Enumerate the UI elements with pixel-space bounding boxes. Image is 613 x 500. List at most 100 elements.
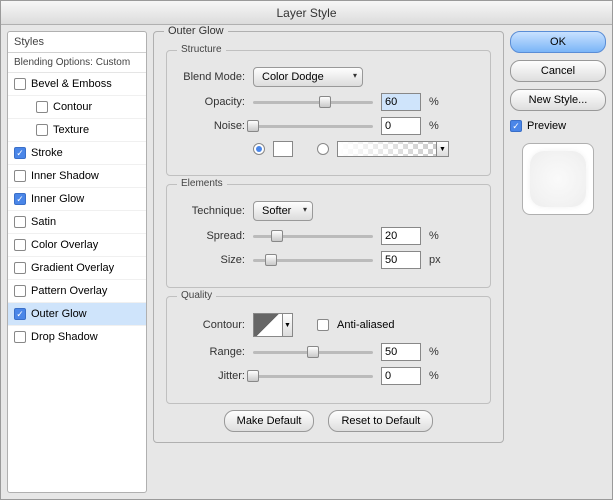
sidebar-item-color-overlay[interactable]: Color Overlay bbox=[8, 234, 146, 257]
technique-label: Technique: bbox=[179, 205, 245, 217]
cancel-button[interactable]: Cancel bbox=[510, 60, 606, 82]
gradient-swatch[interactable] bbox=[337, 141, 437, 157]
structure-legend: Structure bbox=[177, 44, 226, 55]
main-panel: Outer Glow Structure Blend Mode: Color D… bbox=[153, 31, 504, 493]
sidebar-checkbox[interactable] bbox=[36, 124, 48, 136]
right-column: OK Cancel New Style... Preview bbox=[510, 31, 606, 493]
antialiased-label: Anti-aliased bbox=[337, 319, 394, 331]
elements-group: Elements Technique: Softer Spread: % Siz… bbox=[166, 184, 491, 288]
sidebar-item-label: Pattern Overlay bbox=[31, 285, 107, 297]
sidebar-item-label: Inner Shadow bbox=[31, 170, 99, 182]
reset-default-button[interactable]: Reset to Default bbox=[328, 410, 433, 432]
spread-unit: % bbox=[429, 230, 443, 242]
sidebar-checkbox[interactable] bbox=[14, 239, 26, 251]
sidebar-checkbox[interactable] bbox=[14, 147, 26, 159]
sidebar-item-label: Texture bbox=[53, 124, 89, 136]
opacity-label: Opacity: bbox=[179, 96, 245, 108]
preview-thumbnail bbox=[522, 143, 594, 215]
noise-slider[interactable] bbox=[253, 119, 373, 133]
sidebar-item-contour[interactable]: Contour bbox=[8, 96, 146, 119]
spread-label: Spread: bbox=[179, 230, 245, 242]
sidebar-item-stroke[interactable]: Stroke bbox=[8, 142, 146, 165]
antialiased-checkbox[interactable] bbox=[317, 319, 329, 331]
blendmode-value: Color Dodge bbox=[262, 71, 324, 83]
sidebar-item-label: Drop Shadow bbox=[31, 331, 98, 343]
size-input[interactable] bbox=[381, 251, 421, 269]
noise-label: Noise: bbox=[179, 120, 245, 132]
sidebar-checkbox[interactable] bbox=[14, 262, 26, 274]
sidebar-item-label: Satin bbox=[31, 216, 56, 228]
range-unit: % bbox=[429, 346, 443, 358]
styles-sidebar: Styles Blending Options: Custom Bevel & … bbox=[7, 31, 147, 493]
sidebar-item-outer-glow[interactable]: Outer Glow bbox=[8, 303, 146, 326]
sidebar-checkbox[interactable] bbox=[14, 285, 26, 297]
sidebar-item-label: Contour bbox=[53, 101, 92, 113]
contour-picker[interactable] bbox=[253, 313, 283, 337]
quality-legend: Quality bbox=[177, 290, 216, 301]
size-slider[interactable] bbox=[253, 253, 373, 267]
panel-title: Outer Glow bbox=[164, 25, 228, 37]
range-input[interactable] bbox=[381, 343, 421, 361]
sidebar-item-satin[interactable]: Satin bbox=[8, 211, 146, 234]
noise-unit: % bbox=[429, 120, 443, 132]
size-label: Size: bbox=[179, 254, 245, 266]
spread-input[interactable] bbox=[381, 227, 421, 245]
sidebar-header: Styles bbox=[8, 32, 146, 53]
sidebar-item-label: Inner Glow bbox=[31, 193, 84, 205]
elements-legend: Elements bbox=[177, 178, 227, 189]
technique-value: Softer bbox=[262, 205, 291, 217]
color-gradient-radio[interactable] bbox=[317, 143, 329, 155]
sidebar-item-bevel-emboss[interactable]: Bevel & Emboss bbox=[8, 73, 146, 96]
preview-checkbox[interactable] bbox=[510, 120, 522, 132]
jitter-slider[interactable] bbox=[253, 369, 373, 383]
spread-slider[interactable] bbox=[253, 229, 373, 243]
contour-wrap: ▼ bbox=[253, 313, 293, 337]
sidebar-item-label: Bevel & Emboss bbox=[31, 78, 112, 90]
blendmode-select[interactable]: Color Dodge bbox=[253, 67, 363, 87]
opacity-unit: % bbox=[429, 96, 443, 108]
range-slider[interactable] bbox=[253, 345, 373, 359]
outer-glow-fieldset: Outer Glow Structure Blend Mode: Color D… bbox=[153, 31, 504, 443]
sidebar-item-label: Gradient Overlay bbox=[31, 262, 114, 274]
window-title: Layer Style bbox=[1, 1, 612, 25]
range-label: Range: bbox=[179, 346, 245, 358]
sidebar-checkbox[interactable] bbox=[14, 216, 26, 228]
technique-select[interactable]: Softer bbox=[253, 201, 313, 221]
gradient-swatch-wrap: ▼ bbox=[337, 141, 449, 157]
preview-blob bbox=[530, 151, 586, 207]
sidebar-item-inner-shadow[interactable]: Inner Shadow bbox=[8, 165, 146, 188]
structure-group: Structure Blend Mode: Color Dodge Opacit… bbox=[166, 50, 491, 176]
sidebar-checkbox[interactable] bbox=[14, 193, 26, 205]
gradient-dropdown[interactable]: ▼ bbox=[437, 141, 449, 157]
sidebar-checkbox[interactable] bbox=[14, 331, 26, 343]
sidebar-item-inner-glow[interactable]: Inner Glow bbox=[8, 188, 146, 211]
size-unit: px bbox=[429, 254, 443, 266]
opacity-input[interactable] bbox=[381, 93, 421, 111]
sidebar-item-gradient-overlay[interactable]: Gradient Overlay bbox=[8, 257, 146, 280]
make-default-button[interactable]: Make Default bbox=[224, 410, 315, 432]
sidebar-item-label: Color Overlay bbox=[31, 239, 98, 251]
sidebar-item-drop-shadow[interactable]: Drop Shadow bbox=[8, 326, 146, 348]
sidebar-item-label: Stroke bbox=[31, 147, 63, 159]
sidebar-checkbox[interactable] bbox=[14, 308, 26, 320]
contour-label: Contour: bbox=[179, 319, 245, 331]
jitter-label: Jitter: bbox=[179, 370, 245, 382]
opacity-slider[interactable] bbox=[253, 95, 373, 109]
noise-input[interactable] bbox=[381, 117, 421, 135]
preview-label: Preview bbox=[527, 120, 566, 132]
jitter-unit: % bbox=[429, 370, 443, 382]
sidebar-checkbox[interactable] bbox=[14, 170, 26, 182]
sidebar-blending-options[interactable]: Blending Options: Custom bbox=[8, 53, 146, 73]
jitter-input[interactable] bbox=[381, 367, 421, 385]
ok-button[interactable]: OK bbox=[510, 31, 606, 53]
sidebar-checkbox[interactable] bbox=[14, 78, 26, 90]
quality-group: Quality Contour: ▼ Anti-aliased Range: % bbox=[166, 296, 491, 404]
blendmode-label: Blend Mode: bbox=[179, 71, 245, 83]
color-solid-swatch[interactable] bbox=[273, 141, 293, 157]
sidebar-checkbox[interactable] bbox=[36, 101, 48, 113]
sidebar-item-texture[interactable]: Texture bbox=[8, 119, 146, 142]
color-solid-radio[interactable] bbox=[253, 143, 265, 155]
sidebar-item-pattern-overlay[interactable]: Pattern Overlay bbox=[8, 280, 146, 303]
new-style-button[interactable]: New Style... bbox=[510, 89, 606, 111]
contour-dropdown[interactable]: ▼ bbox=[283, 313, 293, 337]
